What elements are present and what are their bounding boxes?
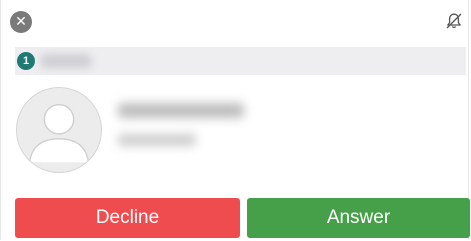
queue-count-badge: 1: [17, 52, 35, 70]
call-queue-bar: 1: [15, 47, 466, 75]
bell-off-icon[interactable]: [444, 11, 464, 31]
decline-button-label: Decline: [95, 207, 160, 228]
caller-avatar: [16, 87, 102, 173]
answer-button[interactable]: Answer: [247, 198, 470, 238]
queue-name-redacted: [41, 54, 91, 68]
caller-name-redacted: [118, 103, 244, 118]
close-button[interactable]: ✕: [10, 11, 32, 33]
incoming-call-popup: ✕ 1 Decline Answer: [0, 0, 470, 240]
default-avatar-icon: [28, 103, 90, 163]
close-icon: ✕: [15, 14, 27, 30]
caller-detail-redacted: [118, 134, 196, 146]
decline-button[interactable]: Decline: [15, 198, 240, 238]
answer-button-label: Answer: [326, 207, 391, 228]
